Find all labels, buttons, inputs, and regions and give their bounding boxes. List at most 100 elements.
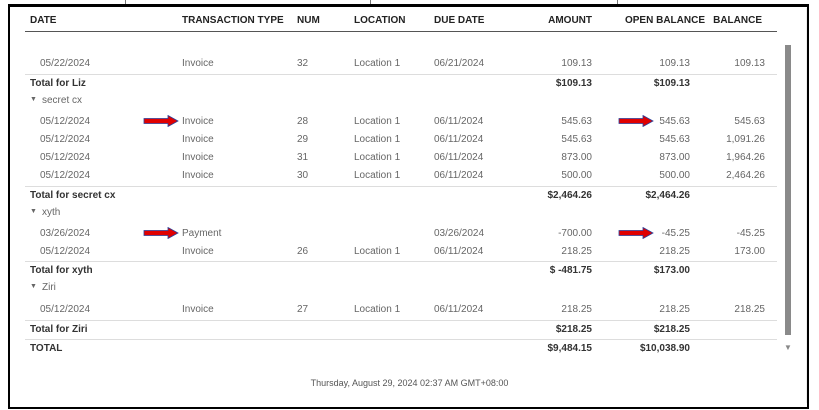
total-amount: $109.13 <box>555 78 592 89</box>
num-cell: 28 <box>297 116 309 127</box>
divider <box>125 0 126 4</box>
date-cell: 05/12/2024 <box>40 304 91 315</box>
open-balance-cell: 218.25 <box>659 304 690 315</box>
date-cell: 05/12/2024 <box>40 170 91 181</box>
due-date-cell: 06/11/2024 <box>434 134 484 145</box>
location-cell: Location 1 <box>354 304 401 315</box>
total-row: Total for secret cx $2,464.26 $2,464.26 <box>25 186 777 205</box>
open-balance-cell: 218.25 <box>659 246 690 257</box>
amount-cell: 545.63 <box>561 116 592 127</box>
balance-cell: 173.00 <box>734 246 765 257</box>
total-label: Total for Ziri <box>30 324 88 335</box>
date-cell: 05/12/2024 <box>40 116 91 127</box>
num-cell: 26 <box>297 246 309 257</box>
red-arrow-icon <box>618 227 654 239</box>
group-header[interactable]: ▼ secret cx <box>25 92 777 110</box>
scrollbar-thumb[interactable] <box>785 45 791 335</box>
due-date-cell: 03/26/2024 <box>434 228 485 239</box>
amount-cell: 545.63 <box>561 134 592 145</box>
open-balance-cell: 109.13 <box>659 58 690 69</box>
col-date[interactable]: DATE <box>30 15 56 26</box>
type-cell: Invoice <box>182 58 214 69</box>
num-cell: 32 <box>297 58 309 69</box>
scroll-down-icon[interactable]: ▼ <box>784 343 792 352</box>
total-label: Total for secret cx <box>30 190 116 201</box>
col-open-balance[interactable]: OPEN BALANCE <box>625 15 705 26</box>
type-cell: Invoice <box>182 304 214 315</box>
report-timestamp: Thursday, August 29, 2024 02:37 AM GMT+0… <box>310 378 509 388</box>
group-header[interactable]: ▼ Ziri <box>25 279 777 297</box>
total-open-balance: $2,464.26 <box>645 190 691 201</box>
col-location[interactable]: LOCATION <box>354 15 405 26</box>
date-cell: 05/22/2024 <box>40 58 91 69</box>
divider <box>806 8 807 403</box>
total-open-balance: $10,038.90 <box>639 343 690 354</box>
open-balance-cell: 545.63 <box>659 116 690 127</box>
type-cell: Invoice <box>182 134 214 145</box>
red-arrow-icon <box>143 227 179 239</box>
location-cell: Location 1 <box>354 58 401 69</box>
table-row: 03/26/2024 Payment 03/26/2024 -700.00 -45.25… <box>25 225 777 243</box>
divider <box>617 0 618 4</box>
type-cell: Invoice <box>182 246 214 257</box>
due-date-cell: 06/11/2024 <box>434 152 484 163</box>
table-row: 05/12/2024 Invoice 29 Location 1 06/11/2024 5… <box>25 131 777 149</box>
divider <box>370 0 371 4</box>
collapse-caret-icon[interactable]: ▼ <box>30 283 37 290</box>
due-date-cell: 06/11/2024 <box>434 246 484 257</box>
open-balance-cell: 545.63 <box>659 134 690 145</box>
red-arrow-icon <box>143 115 179 127</box>
date-cell: 03/26/2024 <box>40 228 91 239</box>
amount-cell: 109.13 <box>561 58 592 69</box>
amount-cell: 873.00 <box>561 152 592 163</box>
group-label: xyth <box>42 207 61 218</box>
col-num[interactable]: NUM <box>297 15 320 26</box>
collapse-caret-icon[interactable]: ▼ <box>30 96 37 103</box>
balance-cell: 109.13 <box>734 58 765 69</box>
num-cell: 31 <box>297 152 309 163</box>
col-due-date[interactable]: DUE DATE <box>434 15 484 26</box>
type-cell: Invoice <box>182 116 214 127</box>
total-label: Total for Liz <box>30 78 86 89</box>
num-cell: 30 <box>297 170 309 181</box>
num-cell: 27 <box>297 304 309 315</box>
table-row: 05/12/2024 Invoice 31 Location 1 06/11/2024 8… <box>25 149 777 167</box>
balance-cell: 218.25 <box>734 304 765 315</box>
table-row: 05/12/2024 Invoice 26 Location 1 06/11/2024 2… <box>25 243 777 261</box>
open-balance-cell: -45.25 <box>661 228 690 239</box>
amount-cell: 500.00 <box>561 170 592 181</box>
amount-cell: -700.00 <box>558 228 592 239</box>
total-row: Total for xyth $ -481.75 $173.00 <box>25 261 777 280</box>
col-amount[interactable]: AMOUNT <box>548 15 592 26</box>
total-open-balance: $173.00 <box>653 265 690 276</box>
group-label: Ziri <box>42 282 56 293</box>
col-transaction-type[interactable]: TRANSACTION TYPE <box>182 15 284 26</box>
total-row: Total for Ziri $218.25 $218.25 <box>25 320 777 339</box>
total-open-balance: $109.13 <box>653 78 690 89</box>
total-label: TOTAL <box>30 343 63 354</box>
location-cell: Location 1 <box>354 246 401 257</box>
location-cell: Location 1 <box>354 116 401 127</box>
total-amount: $2,464.26 <box>547 190 593 201</box>
col-balance[interactable]: BALANCE <box>713 15 762 26</box>
balance-cell: 1,091.26 <box>726 134 765 145</box>
amount-cell: 218.25 <box>561 304 592 315</box>
total-open-balance: $218.25 <box>653 324 690 335</box>
total-row: TOTAL $9,484.15 $10,038.90 <box>25 339 777 358</box>
type-cell: Payment <box>182 228 222 239</box>
balance-cell: -45.25 <box>736 228 765 239</box>
date-cell: 05/12/2024 <box>40 246 91 257</box>
balance-cell: 1,964.26 <box>726 152 765 163</box>
total-amount: $ -481.75 <box>549 265 592 276</box>
table-row: 05/12/2024 Invoice 30 Location 1 06/11/2024 5… <box>25 167 777 185</box>
location-cell: Location 1 <box>354 152 401 163</box>
group-header[interactable]: ▼ xyth <box>25 204 777 222</box>
table-row: 05/22/2024 Invoice 32 Location 1 06/21/2024 1… <box>25 55 777 73</box>
balance-cell: 545.63 <box>734 116 765 127</box>
open-balance-cell: 500.00 <box>659 170 690 181</box>
location-cell: Location 1 <box>354 170 401 181</box>
table-row: 05/12/2024 Invoice 27 Location 1 06/11/2024 2… <box>25 301 777 319</box>
type-cell: Invoice <box>182 170 214 181</box>
location-cell: Location 1 <box>354 134 401 145</box>
collapse-caret-icon[interactable]: ▼ <box>30 208 37 215</box>
